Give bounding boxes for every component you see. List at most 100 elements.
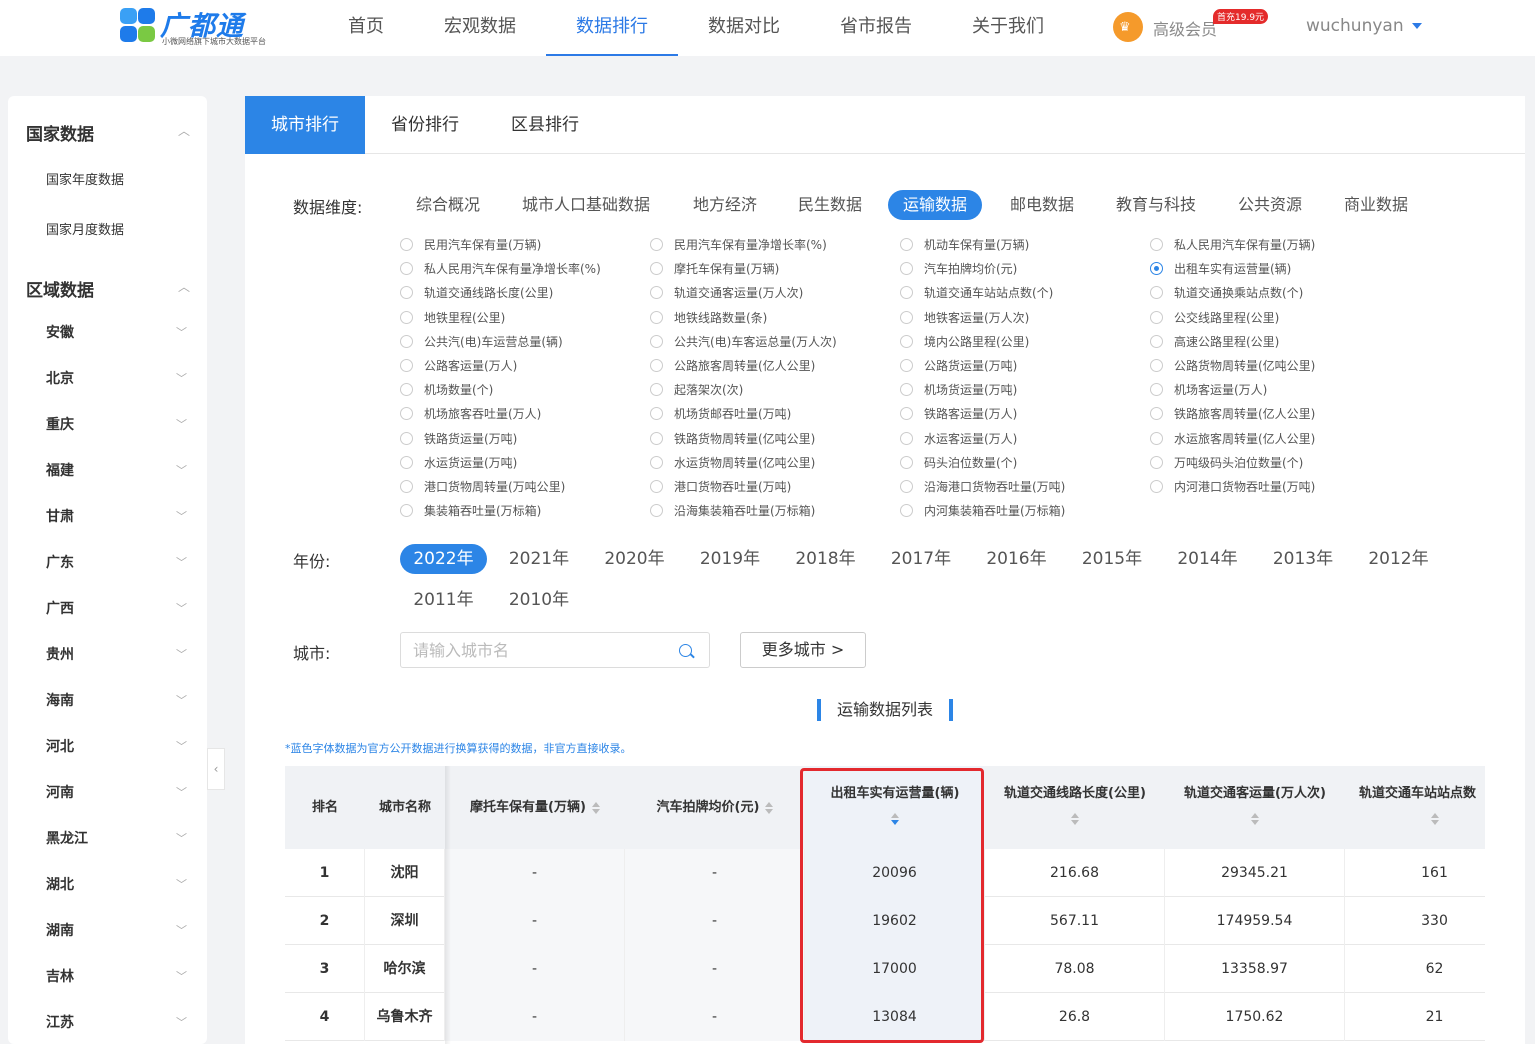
brand-logo[interactable]: 广都通 小微网络旗下城市大数据平台 [116,6,286,46]
nav-about[interactable]: 关于我们 [958,0,1058,56]
chevron-down-icon[interactable]: ﹀ [176,600,187,616]
radio-icon[interactable] [900,334,913,348]
nav-city-report[interactable]: 省市报告 [826,0,926,56]
radio-icon[interactable] [650,286,663,300]
radio-icon[interactable] [1150,359,1163,372]
radio-icon[interactable] [650,504,663,518]
dimension-tab[interactable]: 综合概况 [401,190,495,220]
tab-county-ranking[interactable]: 区县排行 [485,96,605,154]
radio-icon[interactable] [650,334,663,348]
chevron-down-icon[interactable]: ﹀ [176,830,187,846]
radio-icon[interactable] [400,504,413,518]
chevron-down-icon[interactable]: ﹀ [176,922,187,938]
radio-icon[interactable] [900,431,913,445]
radio-icon[interactable] [650,310,663,324]
radio-icon[interactable] [650,455,663,469]
chevron-down-icon[interactable]: ﹀ [176,876,187,892]
col-rail-passengers[interactable]: 轨道交通客运量(万人次) [1165,766,1345,849]
radio-icon[interactable] [1150,455,1163,469]
radio-icon[interactable] [1150,407,1163,421]
year-option[interactable]: 2018年 [782,544,869,574]
radio-icon[interactable] [900,262,913,276]
sort-icon[interactable] [1431,812,1439,825]
chevron-up-icon[interactable]: ︿ [178,278,190,295]
chevron-down-icon[interactable]: ﹀ [176,1014,187,1030]
radio-icon[interactable] [1150,480,1163,493]
radio-icon[interactable] [400,383,413,397]
chevron-down-icon[interactable]: ﹀ [176,554,187,570]
sidebar-item-province[interactable]: 北京 [46,368,74,388]
chevron-down-icon[interactable]: ﹀ [176,324,187,340]
year-option[interactable]: 2017年 [878,544,965,574]
dimension-tab[interactable]: 公共资源 [1223,190,1317,220]
sidebar-item-province[interactable]: 吉林 [46,966,74,986]
chevron-down-icon[interactable]: ﹀ [176,968,187,984]
chevron-down-icon[interactable]: ﹀ [176,784,187,800]
table-row[interactable]: 2 深圳 - -19602 567.11 174959.54 330 [285,897,1485,945]
radio-icon[interactable] [400,455,413,469]
chevron-down-icon[interactable]: ﹀ [176,370,187,386]
sort-icon[interactable] [1251,812,1259,825]
nav-data-ranking[interactable]: 数据排行 [546,0,678,56]
radio-icon[interactable] [650,407,663,421]
radio-icon[interactable] [650,383,663,397]
year-option[interactable]: 2010年 [496,585,583,615]
radio-icon[interactable] [650,359,663,372]
tab-city-ranking[interactable]: 城市排行 [245,96,365,154]
sidebar-collapse-button[interactable]: ‹ [207,748,225,790]
year-option[interactable]: 2019年 [687,544,774,574]
col-rail-length[interactable]: 轨道交通线路长度(公里) [985,766,1165,849]
sidebar-item-national-monthly[interactable]: 国家月度数据 [46,219,124,238]
dimension-tab[interactable]: 地方经济 [678,190,772,220]
chevron-down-icon[interactable]: ﹀ [176,692,187,708]
col-taxi[interactable]: 出租车实有运营量(辆) [805,766,985,849]
dimension-tab[interactable]: 城市人口基础数据 [507,190,665,220]
sidebar-item-province[interactable]: 广西 [46,598,74,618]
sidebar-item-province[interactable]: 河南 [46,782,74,802]
radio-icon[interactable] [900,407,913,421]
dimension-tab[interactable]: 教育与科技 [1101,190,1211,220]
year-option[interactable]: 2021年 [496,544,583,574]
radio-icon[interactable] [1150,310,1163,324]
radio-icon[interactable] [900,504,913,518]
sidebar-item-province[interactable]: 甘肃 [46,506,74,526]
sidebar-item-province[interactable]: 湖南 [46,920,74,940]
radio-icon[interactable] [650,262,663,276]
sort-icon[interactable] [891,812,899,825]
sidebar-item-province[interactable]: 广东 [46,552,74,572]
col-motorcycle[interactable]: 摩托车保有量(万辆) [445,766,625,849]
radio-icon[interactable] [1150,238,1163,251]
sidebar-item-national-annual[interactable]: 国家年度数据 [46,169,124,188]
radio-icon[interactable] [900,383,913,397]
sidebar-item-province[interactable]: 重庆 [46,414,74,434]
sidebar-item-province[interactable]: 安徽 [46,322,74,342]
nav-macro-data[interactable]: 宏观数据 [430,0,530,56]
radio-icon[interactable] [1150,383,1163,397]
radio-icon[interactable] [400,334,413,348]
year-option[interactable]: 2012年 [1355,544,1442,574]
year-option[interactable]: 2011年 [400,585,487,615]
year-option[interactable]: 2016年 [973,544,1060,574]
table-row[interactable]: 4 乌鲁木齐 - -13084 26.8 1750.62 21 [285,993,1485,1041]
col-rail-stations[interactable]: 轨道交通车站站点数 [1345,766,1485,849]
radio-icon[interactable] [900,480,913,493]
year-option[interactable]: 2014年 [1164,544,1251,574]
dimension-tab[interactable]: 邮电数据 [995,190,1089,220]
sort-icon[interactable] [765,801,774,814]
more-cities-button[interactable]: 更多城市 > [740,632,866,668]
radio-icon[interactable] [900,286,913,300]
sidebar-item-province[interactable]: 江苏 [46,1012,74,1032]
radio-icon[interactable] [1150,262,1163,276]
radio-icon[interactable] [1150,431,1163,445]
radio-icon[interactable] [1150,286,1163,300]
sidebar-item-province[interactable]: 福建 [46,460,74,480]
nav-home[interactable]: 首页 [316,0,416,56]
sidebar-section-regional[interactable]: 区域数据 [26,276,94,301]
table-row[interactable]: 1 沈阳 - -20096 216.68 29345.21 161 [285,849,1485,897]
chevron-down-icon[interactable]: ﹀ [176,738,187,754]
sidebar-item-province[interactable]: 湖北 [46,874,74,894]
radio-icon[interactable] [400,359,413,372]
search-icon[interactable] [679,644,692,657]
sidebar-item-province[interactable]: 黑龙江 [46,828,88,848]
radio-icon[interactable] [900,455,913,469]
